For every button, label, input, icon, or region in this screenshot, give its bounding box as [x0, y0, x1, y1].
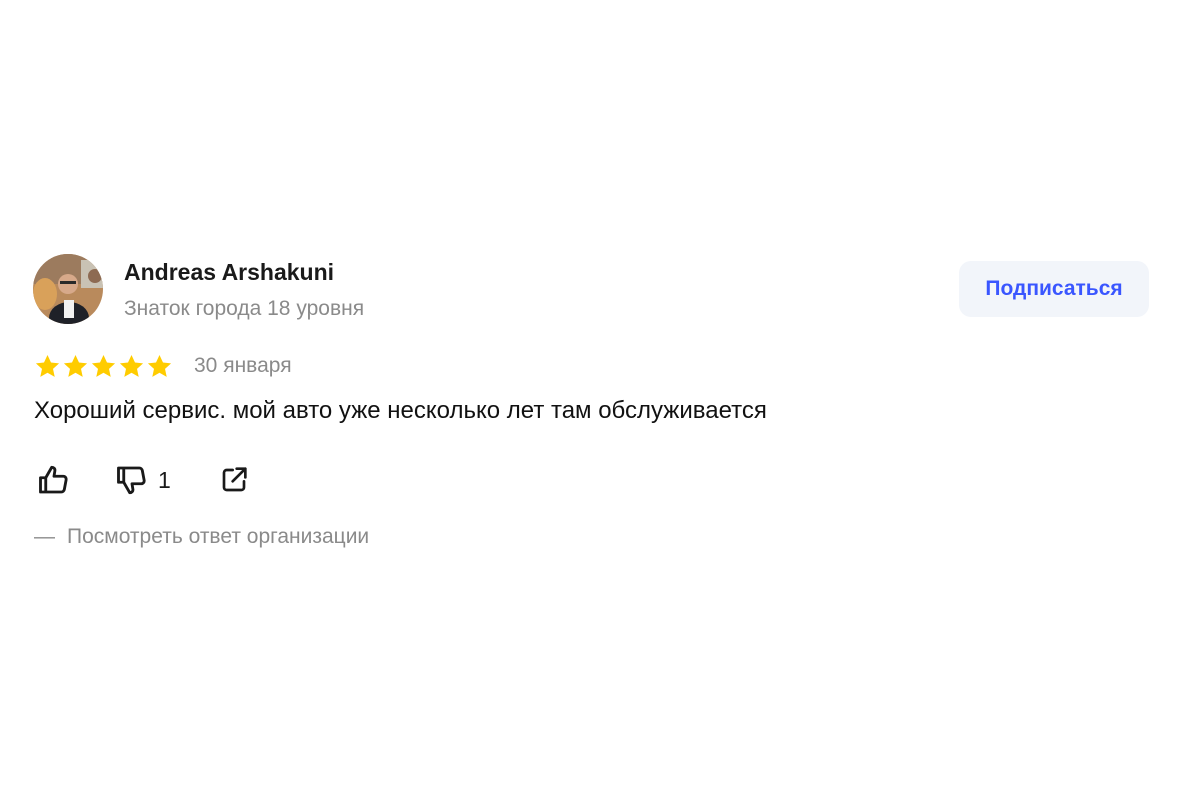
org-reply-label: Посмотреть ответ организации: [67, 525, 370, 548]
subscribe-button[interactable]: Подписаться: [959, 261, 1149, 317]
review-card: Andreas Arshakuni Знаток города 18 уровн…: [0, 0, 1200, 800]
star-icon: [91, 354, 116, 377]
share-button[interactable]: [218, 460, 250, 500]
org-reply-link[interactable]: — Посмотреть ответ организации: [34, 522, 369, 552]
star-icon: [119, 354, 144, 377]
star-icon: [147, 354, 172, 377]
org-reply-dash: —: [34, 525, 55, 548]
review-date: 30 января: [194, 354, 292, 377]
avatar[interactable]: [33, 254, 103, 324]
author-level: Знаток города 18 уровня: [124, 297, 365, 320]
share-icon: [222, 467, 247, 492]
dislike-count: 1: [158, 467, 171, 493]
review-text: Хороший сервис. мой авто уже несколько л…: [34, 397, 767, 424]
thumbs-up-icon: [39, 465, 68, 494]
rating-stars: [34, 352, 174, 380]
like-button[interactable]: [36, 460, 72, 500]
dislike-button[interactable]: 1: [114, 460, 171, 500]
author-name[interactable]: Andreas Arshakuni: [124, 257, 334, 287]
thumbs-down-icon: [117, 466, 146, 495]
avatar-image: [33, 254, 103, 324]
star-icon: [35, 354, 60, 377]
star-icon: [63, 354, 88, 377]
